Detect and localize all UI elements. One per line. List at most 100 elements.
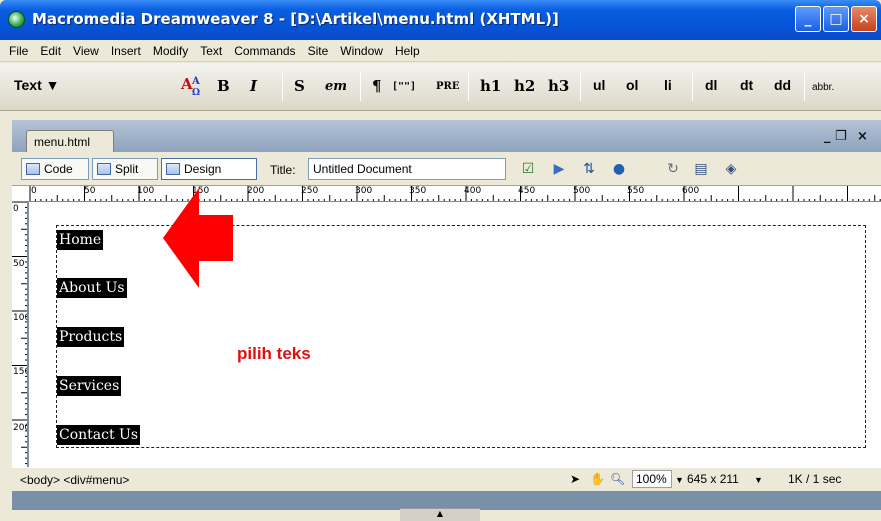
menu-modify[interactable]: Modify [147,44,194,58]
minimize-button[interactable]: _ [795,6,821,32]
ruler-label: 300 [355,186,373,196]
status-bar: <body> <div#menu> ➤ ✋ 🔍︎ 100% ▼ 645 x 21… [12,467,881,491]
tab-menu-html[interactable]: menu.html [26,130,114,152]
split-view-label: Split [115,162,139,176]
ruler-label: 600 [682,186,700,196]
ruler-label: 350 [409,186,427,196]
menu-insert[interactable]: Insert [105,44,147,58]
ruler-label: 250 [301,186,319,196]
preview-browser-icon[interactable]: ● [610,161,628,177]
font-tag-icon[interactable]: AAΩ [180,73,204,101]
preformatted-button[interactable]: PRE [436,81,459,92]
zoom-level-field[interactable]: 100% [632,470,672,488]
horizontal-ruler: 0 50 100 150 200 250 300 350 400 450 500… [12,186,881,202]
pointer-tool-icon[interactable]: ➤ [570,472,580,486]
minimize-icon: _ [804,11,812,27]
toolbar-separator [360,71,361,101]
code-view-label: Code [44,162,73,176]
browser-check-icon[interactable]: ▶ [550,161,568,177]
dt-button[interactable]: dt [740,77,753,93]
ruler-label: 0 [13,204,19,214]
menu-window[interactable]: Window [334,44,389,58]
insert-category-dropdown[interactable]: Text ▼ [14,77,60,93]
blockquote-button[interactable]: [""] [392,81,416,92]
ol-button[interactable]: ol [626,77,638,93]
window-title: Macromedia Dreamweaver 8 - [D:\Artikel\m… [32,10,559,28]
validate-markup-icon[interactable]: ☑ [519,161,537,177]
file-management-icon[interactable]: ⇅ [580,161,598,177]
design-view-button[interactable]: Design [161,158,257,180]
window-size-dropdown-icon[interactable]: ▼ [754,475,763,485]
toolbar-separator [282,71,283,101]
zoom-tool-icon[interactable]: 🔍︎ [610,472,625,486]
ruler-label: 500 [573,186,591,196]
menu-link-services[interactable]: Services [57,376,122,396]
menu-bar: File Edit View Insert Modify Text Comman… [0,40,881,62]
dl-button[interactable]: dl [705,77,717,93]
insert-text-toolbar: Text ▼ AAΩ B I S em ¶ [""] PRE h1 h2 h3 … [0,63,881,111]
code-view-icon [26,163,40,175]
menu-link-home[interactable]: Home [57,230,104,250]
ruler-label: 450 [518,186,536,196]
view-options-icon[interactable]: ▤ [692,161,710,177]
visual-aids-icon[interactable]: ◈ [722,161,740,177]
download-time-readout: 1K / 1 sec [788,472,842,486]
menu-site[interactable]: Site [302,44,335,58]
italic-button[interactable]: I [250,77,257,95]
close-document-icon[interactable]: × [857,129,868,144]
ruler-label: 100 [137,186,155,196]
ul-button[interactable]: ul [593,77,605,93]
h1-button[interactable]: h1 [480,77,501,95]
dd-button[interactable]: dd [774,77,791,93]
abbr-button[interactable]: abbr. [812,82,834,93]
li-button[interactable]: li [664,77,672,93]
menu-help[interactable]: Help [389,44,426,58]
ruler-label: 100 [13,313,27,323]
refresh-icon[interactable]: ↻ [664,161,682,177]
close-icon: × [858,11,870,27]
menu-file[interactable]: File [3,44,34,58]
strong-button[interactable]: S [294,77,305,95]
split-view-icon [97,163,111,175]
zoom-dropdown-icon[interactable]: ▼ [675,475,684,485]
menu-link-products[interactable]: Products [57,327,125,347]
paragraph-button[interactable]: ¶ [372,77,382,95]
bold-button[interactable]: B [217,77,230,95]
toolbar-separator [692,71,693,101]
maximize-button[interactable]: □ [823,6,849,32]
ruler-label: 200 [13,423,27,433]
design-view-label: Design [184,162,222,176]
ruler-label: 400 [464,186,482,196]
menu-edit[interactable]: Edit [34,44,67,58]
h3-button[interactable]: h3 [548,77,569,95]
document-title-input[interactable]: Untitled Document [308,158,506,180]
hand-tool-icon[interactable]: ✋ [590,472,605,486]
restore-document-icon[interactable]: _ ❐ [824,129,847,144]
menu-commands[interactable]: Commands [228,44,301,58]
ruler-label: 0 [31,186,37,196]
split-view-button[interactable]: Split [92,158,158,180]
document-title-label: Title: [270,163,296,177]
menu-view[interactable]: View [67,44,105,58]
window-size-readout[interactable]: 645 x 211 [687,472,739,486]
tag-selector[interactable]: <body> <div#menu> [20,473,129,487]
annotation-label: pilih teks [237,344,311,363]
annotation-arrow [163,188,233,288]
toolbar-separator [580,71,581,101]
menu-text[interactable]: Text [194,44,228,58]
panel-collapse-handle[interactable]: ▲ [400,508,480,521]
toolbar-separator [804,71,805,101]
vertical-ruler: 0 50 100 150 200 [12,202,28,467]
h2-button[interactable]: h2 [514,77,535,95]
title-bar: Macromedia Dreamweaver 8 - [D:\Artikel\m… [0,0,881,40]
ruler-label: 150 [13,367,27,377]
menu-link-about-us[interactable]: About Us [57,278,127,298]
em-button[interactable]: em [325,79,347,94]
design-canvas[interactable]: Home About Us Products Services Contact … [29,202,881,467]
close-button[interactable]: × [851,6,877,32]
code-view-button[interactable]: Code [21,158,89,180]
dreamweaver-app-icon[interactable] [8,11,25,28]
ruler-label: 50 [13,259,25,269]
menu-link-contact-us[interactable]: Contact Us [57,425,141,445]
ruler-label: 550 [627,186,645,196]
